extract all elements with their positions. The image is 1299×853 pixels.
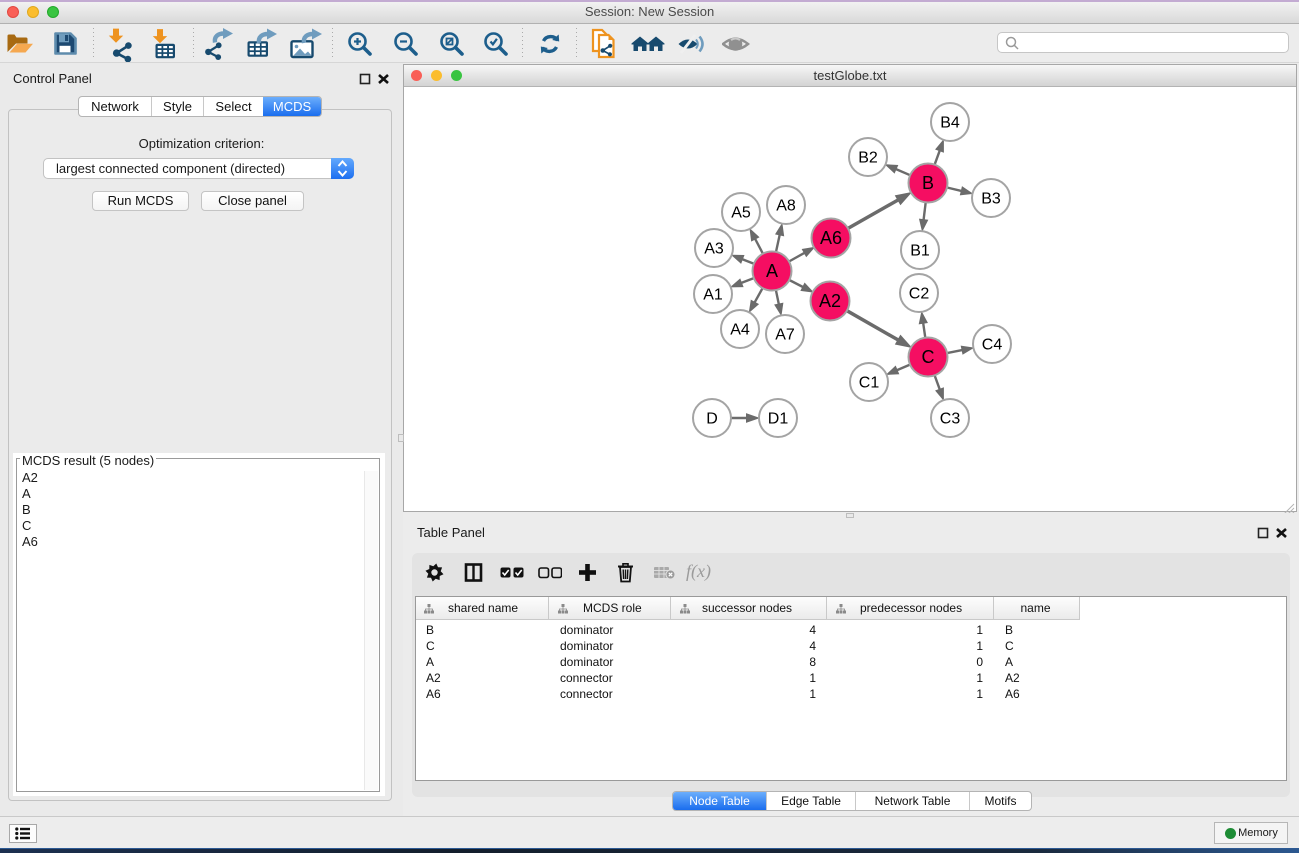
svg-text:D: D bbox=[706, 411, 718, 428]
svg-text:B4: B4 bbox=[940, 115, 960, 132]
svg-text:C1: C1 bbox=[859, 375, 880, 392]
svg-text:D1: D1 bbox=[768, 411, 789, 428]
svg-text:A1: A1 bbox=[703, 287, 723, 304]
svg-text:B1: B1 bbox=[910, 243, 930, 260]
svg-text:A7: A7 bbox=[775, 327, 795, 344]
svg-text:C3: C3 bbox=[940, 411, 961, 428]
svg-text:C: C bbox=[922, 347, 935, 367]
svg-text:B2: B2 bbox=[858, 150, 878, 167]
svg-text:A2: A2 bbox=[819, 291, 841, 311]
svg-text:A: A bbox=[766, 261, 778, 281]
svg-text:C4: C4 bbox=[982, 337, 1003, 354]
svg-text:B: B bbox=[922, 173, 934, 193]
svg-text:A6: A6 bbox=[820, 228, 842, 248]
svg-text:B3: B3 bbox=[981, 191, 1001, 208]
svg-text:A5: A5 bbox=[731, 205, 751, 222]
svg-text:A4: A4 bbox=[730, 322, 750, 339]
svg-text:A8: A8 bbox=[776, 198, 796, 215]
svg-text:C2: C2 bbox=[909, 286, 930, 303]
svg-text:A3: A3 bbox=[704, 241, 724, 258]
